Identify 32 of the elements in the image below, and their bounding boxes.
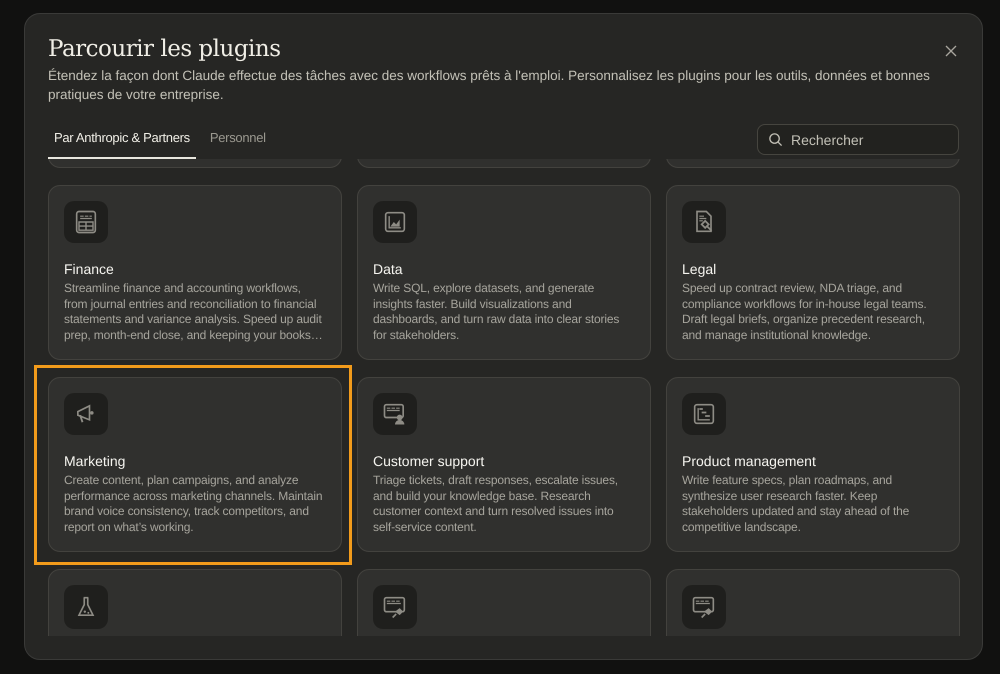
search-field[interactable]: Rechercher bbox=[757, 124, 959, 155]
megaphone-icon bbox=[64, 393, 108, 435]
dialog-title: Parcourir les plugins bbox=[48, 36, 281, 62]
flask-icon bbox=[64, 585, 108, 629]
plugin-card[interactable]: Marketing Create content, plan campaigns, and analyze performance across marketing channels. Maintain brand voice consistency, track competitors, and report on what’s working. bbox=[48, 377, 342, 552]
roadmap-icon bbox=[682, 393, 726, 435]
plugin-card[interactable]: Data Write SQL, explore datasets, and generate insights faster. Build visualizations and dashboards, and turn raw data into clear stories for stakeholders. bbox=[357, 185, 651, 360]
spreadsheet-icon bbox=[64, 201, 108, 243]
chart-icon bbox=[373, 201, 417, 243]
plugin-description: Create content, plan campaigns, and analyze performance across marketing channels. Maintain brand voice consistency, track competitors, and report on what’s working. bbox=[64, 472, 324, 536]
plugin-card[interactable]: Customer support Triage tickets, draft responses, escalate issues, and build your knowledge base. Research customer context and turn resolved issues into self-service content. bbox=[357, 377, 651, 552]
plugin-title: Data bbox=[373, 260, 404, 277]
close-icon bbox=[944, 44, 958, 58]
dialog-subtitle: Étendez la façon dont Claude effectue des tâches avec des workflows prêts à l'emploi. Personnalisez les plugins pour les outils, données et bonnes pratiques de votre entreprise. bbox=[48, 67, 931, 104]
plugin-description: Streamline finance and accounting workflows, from journal entries and reconciliation to financial statements and variance analysis. Speed up audit prep, month-end close, and keeping your books… bbox=[64, 280, 324, 344]
plugin-title: Legal bbox=[682, 260, 718, 277]
plugin-card[interactable]: Product management Write feature specs, plan roadmaps, and synthesize user research faster. Keep stakeholders updated and stay ahead of the competitive landscape. bbox=[666, 377, 960, 552]
plugin-card[interactable]: Legal Speed up contract review, NDA triage, and compliance workflows for in-house legal teams. Draft legal briefs, organize precedent research, and manage institutional knowledge. bbox=[666, 185, 960, 360]
plugin-description: Triage tickets, draft responses, escalate issues, and build your knowledge base. Research customer context and turn resolved issues into self-service content. bbox=[373, 472, 619, 536]
plugin-title: Product management bbox=[682, 452, 817, 469]
tab[interactable]: Personnel bbox=[204, 120, 272, 159]
monitor-plug-icon bbox=[682, 585, 726, 629]
document-gavel-icon bbox=[682, 201, 726, 243]
plugin-description: Speed up contract review, NDA triage, and compliance workflows for in-house legal teams. Draft legal briefs, organize precedent research, and manage institutional knowledge. bbox=[682, 280, 928, 344]
plugin-description: Write feature specs, plan roadmaps, and synthesize user research faster. Keep stakeholders updated and stay ahead of the competitive landscape. bbox=[682, 472, 910, 536]
monitor-person-icon bbox=[373, 393, 417, 435]
plugin-title: Marketing bbox=[64, 452, 126, 469]
plugin-title: Customer support bbox=[373, 452, 486, 469]
plugin-title: Finance bbox=[64, 260, 115, 277]
monitor-plug-icon bbox=[373, 585, 417, 629]
plugin-card[interactable] bbox=[48, 185, 342, 360]
plugin-description: Write SQL, explore datasets, and generate insights faster. Build visualizations and dashboards, and turn raw data into clear stories for stakeholders. bbox=[373, 280, 620, 344]
